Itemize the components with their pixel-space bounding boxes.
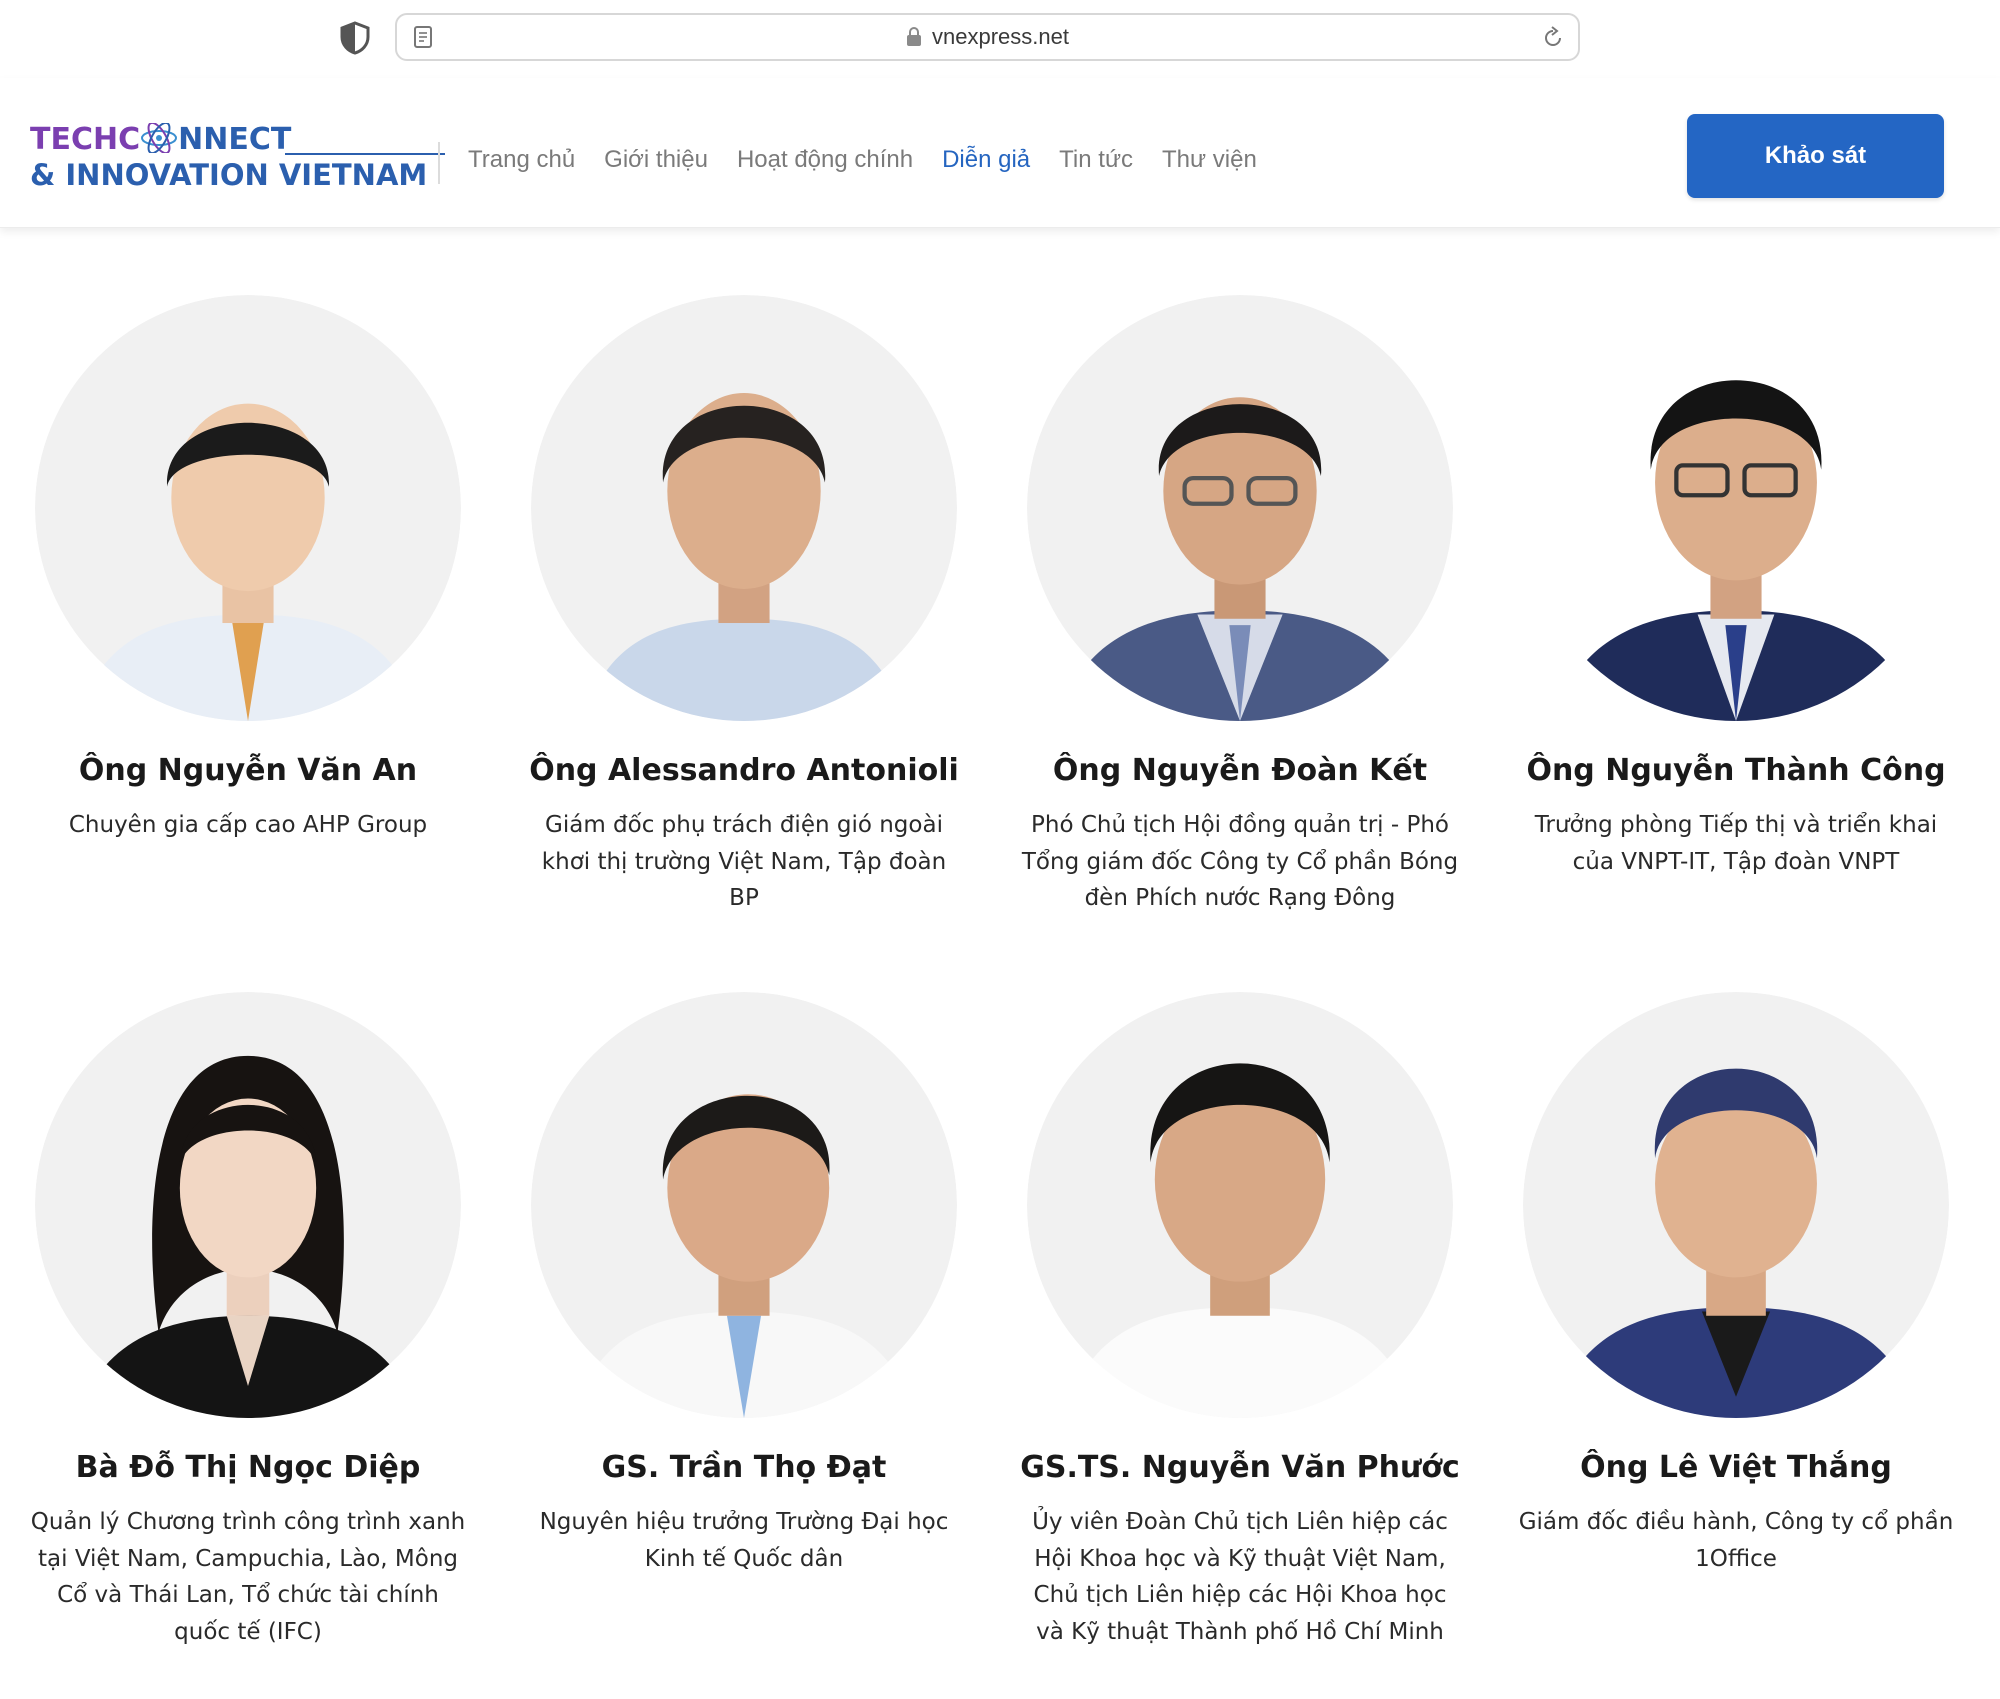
main-nav: Trang chủ Giới thiệu Hoạt động chính Diễ… [468, 146, 1257, 174]
nav-item-news[interactable]: Tin tức [1059, 146, 1133, 174]
speaker-card[interactable]: GS.TS. Nguyễn Văn Phước Ủy viên Đoàn Chủ… [992, 992, 1488, 1650]
site-header: TECHC NNECT & INNOVATION VIETNAM Trang c… [0, 78, 2000, 228]
speaker-card[interactable]: Ông Nguyễn Văn An Chuyên gia cấp cao AHP… [0, 295, 496, 844]
speaker-name: GS. Trần Thọ Đạt [601, 1450, 887, 1485]
speaker-photo [35, 295, 461, 721]
speaker-photo [1523, 992, 1949, 1418]
speaker-card[interactable]: Ông Lê Việt Thắng Giám đốc điều hành, Cô… [1488, 992, 1984, 1577]
speaker-photo [531, 295, 957, 721]
speaker-card[interactable]: GS. Trần Thọ Đạt Nguyên hiệu trưởng Trườ… [496, 992, 992, 1577]
speaker-photo [1027, 295, 1453, 721]
lock-icon [907, 27, 922, 46]
speaker-title: Chuyên gia cấp cao AHP Group [68, 812, 428, 838]
speaker-name: Ông Nguyễn Văn An [78, 753, 418, 788]
speaker-name: Ông Nguyễn Thành Công [1526, 753, 1946, 788]
nav-item-home[interactable]: Trang chủ [468, 146, 575, 174]
url-display[interactable]: vnexpress.net [397, 15, 1578, 59]
speaker-name: Ông Alessandro Antonioli [529, 753, 959, 788]
reload-icon[interactable] [1540, 25, 1566, 51]
logo-swoosh-line [285, 153, 445, 155]
speaker-photo [1027, 992, 1453, 1418]
survey-button[interactable]: Khảo sát [1687, 114, 1944, 198]
speaker-title: Trưởng phòng Tiếp thị và triển khai của … [1534, 812, 1938, 875]
speaker-name: GS.TS. Nguyễn Văn Phước [1020, 1450, 1460, 1485]
nav-item-library[interactable]: Thư viện [1162, 146, 1257, 174]
logo-wordmark-top: TECHC NNECT [30, 122, 291, 157]
speaker-title: Giám đốc điều hành, Công ty cổ phần 1Off… [1518, 1509, 1954, 1572]
speaker-name: Bà Đỗ Thị Ngọc Diệp [75, 1450, 421, 1485]
privacy-shield-icon[interactable] [338, 21, 372, 55]
nav-divider [438, 142, 440, 184]
address-bar[interactable]: vnexpress.net [395, 13, 1580, 61]
url-text: vnexpress.net [932, 24, 1069, 49]
nav-item-speakers[interactable]: Diễn giả [942, 146, 1030, 174]
speaker-title: Giám đốc phụ trách điện gió ngoài khơi t… [541, 812, 947, 911]
speaker-card[interactable]: Ông Nguyễn Đoàn Kết Phó Chủ tịch Hội đồn… [992, 295, 1488, 917]
techconnect-logo[interactable]: TECHC NNECT & INNOVATION VIETNAM [30, 118, 445, 198]
speaker-photo [35, 992, 461, 1418]
speaker-title: Nguyên hiệu trưởng Trường Đại học Kinh t… [539, 1509, 949, 1572]
speaker-card[interactable]: Bà Đỗ Thị Ngọc Diệp Quản lý Chương trình… [0, 992, 496, 1650]
nav-item-activities[interactable]: Hoạt động chính [737, 146, 913, 174]
logo-wordmark-bottom: & INNOVATION VIETNAM [30, 158, 428, 192]
nav-item-about[interactable]: Giới thiệu [604, 146, 708, 174]
atom-logo-icon [141, 123, 178, 153]
browser-toolbar: vnexpress.net [0, 0, 2000, 78]
speaker-title: Ủy viên Đoàn Chủ tịch Liên hiệp các Hội … [1032, 1509, 1448, 1645]
speaker-name: Ông Lê Việt Thắng [1580, 1450, 1892, 1485]
speaker-name: Ông Nguyễn Đoàn Kết [1052, 753, 1428, 788]
speaker-photo [1523, 295, 1949, 721]
speaker-photo [531, 992, 957, 1418]
speaker-card[interactable]: Ông Alessandro Antonioli Giám đốc phụ tr… [496, 295, 992, 917]
speaker-card[interactable]: Ông Nguyễn Thành Công Trưởng phòng Tiếp … [1488, 295, 1984, 880]
speaker-title: Phó Chủ tịch Hội đồng quản trị - Phó Tổn… [1021, 812, 1459, 911]
speaker-title: Quản lý Chương trình công trình xanh tại… [30, 1509, 466, 1645]
